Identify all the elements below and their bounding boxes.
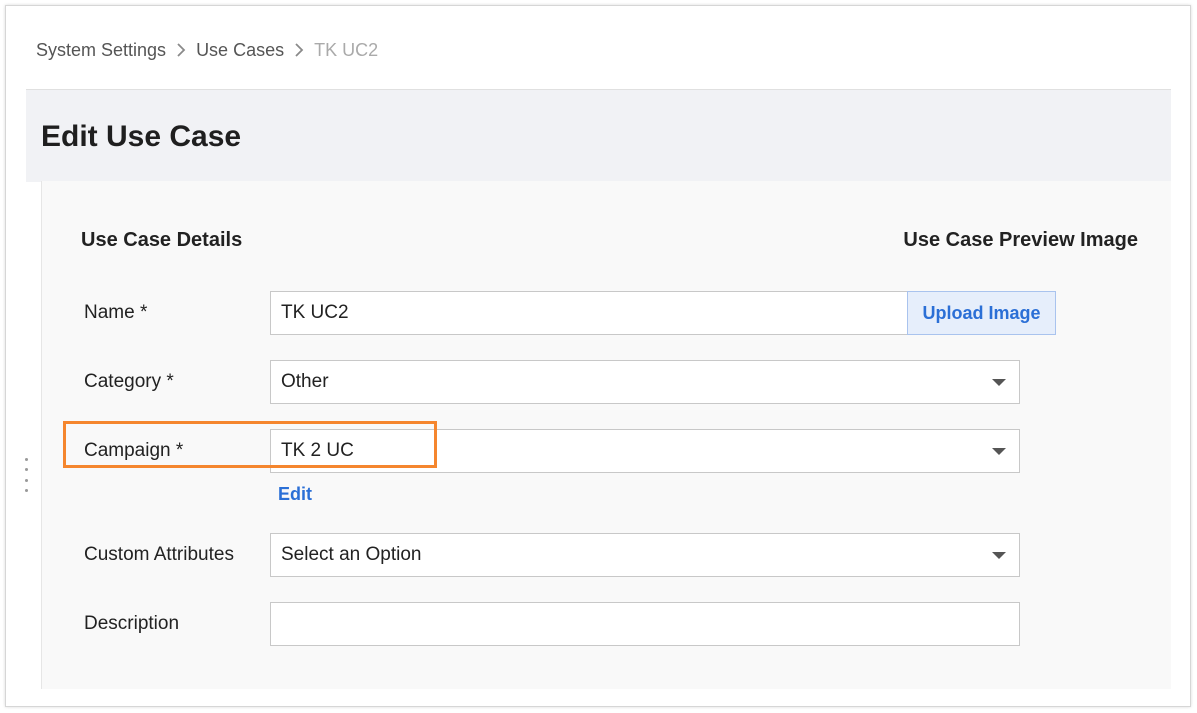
name-input[interactable]: TK UC2 xyxy=(270,291,908,335)
breadcrumb-current: TK UC2 xyxy=(314,39,379,60)
section-title-preview: Use Case Preview Image xyxy=(903,229,1138,251)
app-window: System Settings Use Cases TK UC2 Edit Us… xyxy=(5,5,1191,707)
campaign-label: Campaign * xyxy=(84,440,184,461)
caret-down-icon xyxy=(992,379,1006,386)
category-select[interactable]: Other xyxy=(270,360,1020,404)
use-case-form-panel: Use Case Details Use Case Preview Image … xyxy=(41,181,1171,689)
custom-attributes-select[interactable]: Select an Option xyxy=(270,533,1020,577)
custom-attributes-select-value: Select an Option xyxy=(281,544,422,565)
name-label: Name * xyxy=(84,302,148,323)
chevron-right-icon xyxy=(176,43,186,57)
campaign-edit-link[interactable]: Edit xyxy=(278,484,312,505)
drag-handle-icon[interactable] xyxy=(23,458,29,492)
campaign-select-value: TK 2 UC xyxy=(281,440,354,461)
chevron-right-icon xyxy=(294,43,304,57)
category-label: Category * xyxy=(84,371,174,392)
page-header: Edit Use Case xyxy=(26,89,1171,182)
breadcrumb-system-settings[interactable]: System Settings xyxy=(36,40,166,61)
page-title: Edit Use Case xyxy=(41,120,242,153)
breadcrumb-use-cases[interactable]: Use Cases xyxy=(196,40,284,61)
category-select-value: Other xyxy=(281,371,329,392)
campaign-select[interactable]: TK 2 UC xyxy=(270,429,1020,473)
description-label: Description xyxy=(84,613,180,634)
caret-down-icon xyxy=(992,448,1006,455)
upload-image-button[interactable]: Upload Image xyxy=(907,291,1056,335)
breadcrumb: System Settings Use Cases TK UC2 xyxy=(36,38,378,62)
name-input-value: TK UC2 xyxy=(281,302,349,323)
custom-attributes-label: Custom Attributes xyxy=(84,544,234,565)
caret-down-icon xyxy=(992,552,1006,559)
section-title-details: Use Case Details xyxy=(81,229,243,251)
description-input[interactable] xyxy=(270,602,1020,646)
